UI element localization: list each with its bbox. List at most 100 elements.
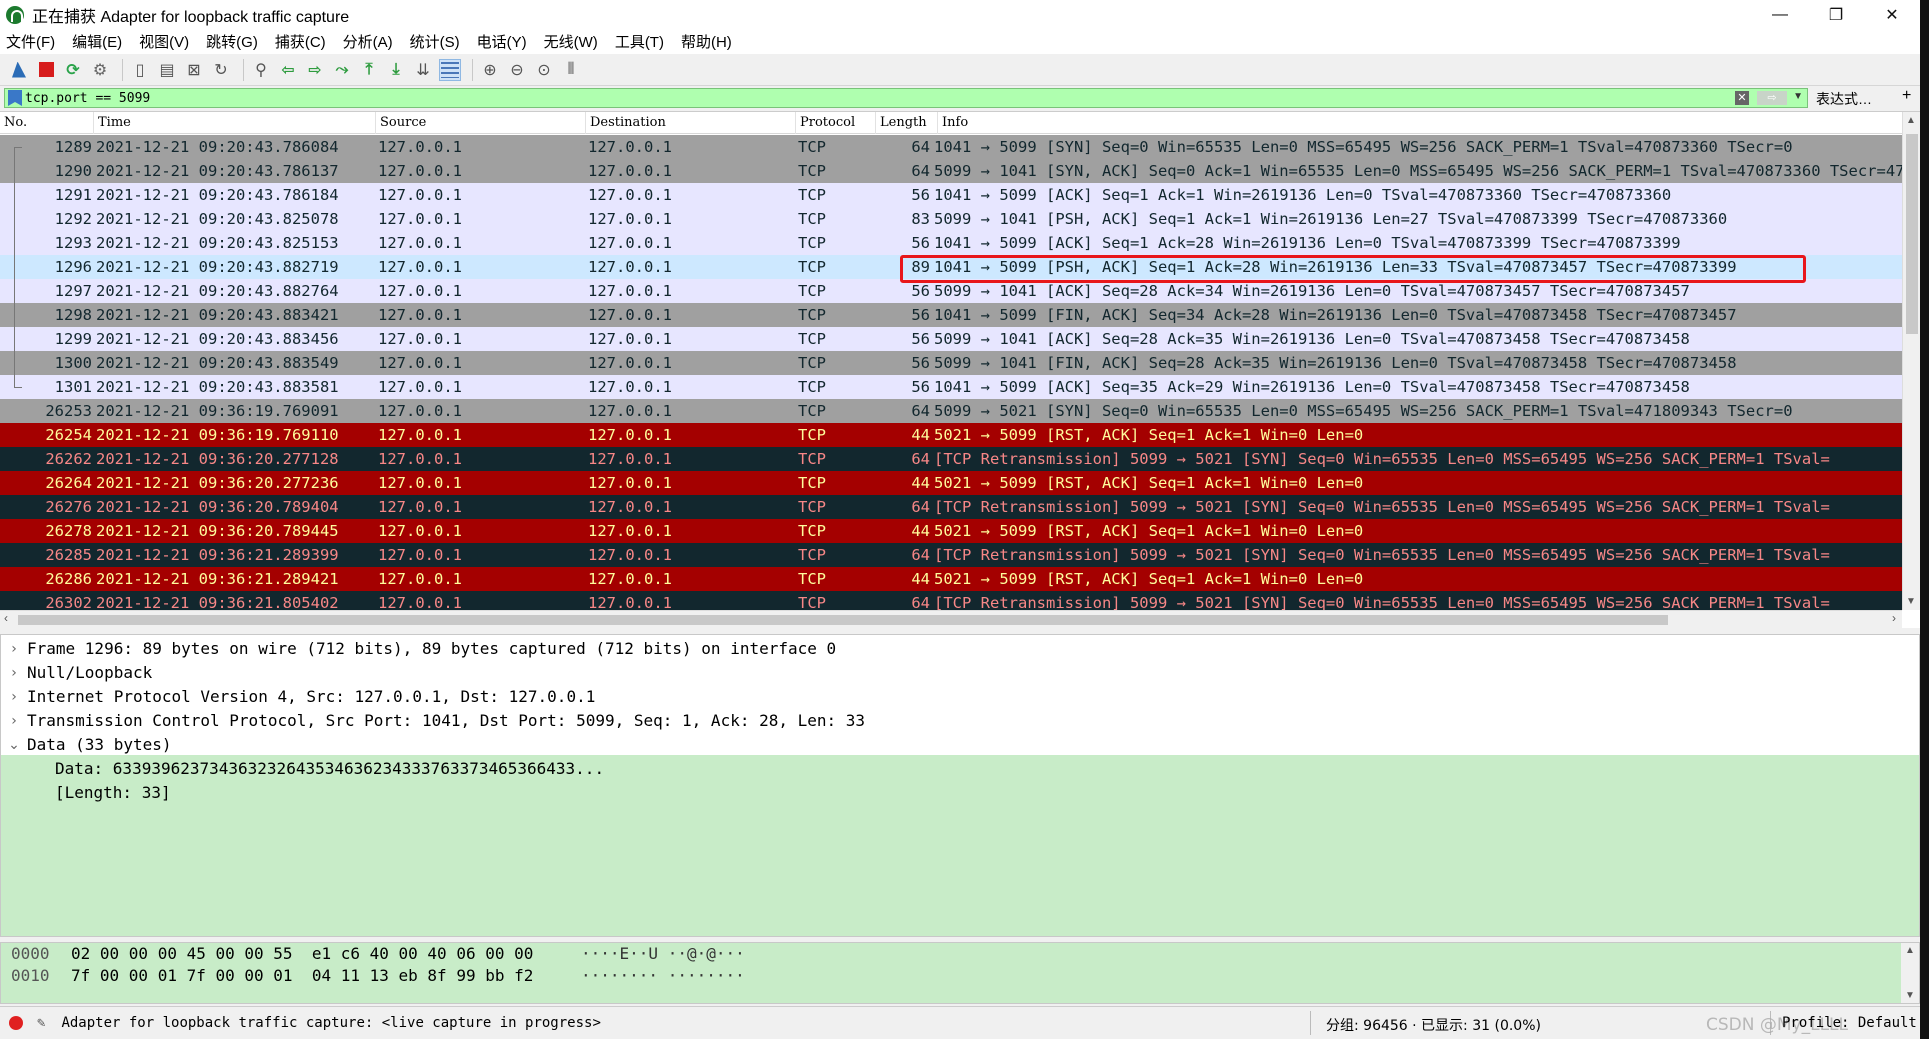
menu-statistics[interactable]: 统计(S) — [410, 31, 460, 52]
zoom-in-icon[interactable]: ⊕ — [479, 59, 501, 81]
expression-button[interactable]: 表达式… — [1816, 89, 1872, 109]
capture-status-icon[interactable] — [9, 1016, 23, 1030]
packet-row[interactable]: 1291 2021-12-21 09:20:43.786184 127.0.0.1 1… — [0, 183, 1902, 207]
packet-source-text: 127.0.0.1 — [378, 378, 462, 396]
detail-tree-node[interactable]: › Transmission Control Protocol, Src Port… — [1, 709, 1919, 733]
minimize-button[interactable]: — — [1752, 0, 1808, 29]
column-header-info[interactable]: Info — [938, 112, 1902, 134]
packet-row[interactable]: 26286 2021-12-21 09:36:21.289421 127.0.0.1… — [0, 567, 1902, 591]
menu-telephony[interactable]: 电话(Y) — [477, 31, 527, 52]
filter-history-dropdown-icon[interactable]: ▼ — [1793, 91, 1803, 102]
column-header-no[interactable]: No. — [0, 112, 94, 134]
packet-row[interactable]: 1301 2021-12-21 09:20:43.883581 127.0.0.1 1… — [0, 375, 1902, 399]
bytes-row[interactable]: 0000 02 00 00 00 45 00 00 55 e1 c6 40 00 … — [1, 943, 1919, 965]
menu-file[interactable]: 文件(F) — [6, 31, 55, 52]
reload-file-icon[interactable]: ↻ — [210, 59, 232, 81]
detail-tree-node[interactable]: › Frame 1296: 89 bytes on wire (712 bits)… — [1, 637, 1919, 661]
clear-filter-icon[interactable]: ✕ — [1735, 91, 1749, 105]
packet-row[interactable]: 26253 2021-12-21 09:36:19.769091 127.0.0.1… — [0, 399, 1902, 423]
go-last-icon[interactable]: ⤓ — [385, 59, 407, 81]
open-file-icon[interactable]: ▯ — [129, 59, 151, 81]
start-capture-icon[interactable] — [8, 59, 30, 81]
save-file-icon[interactable]: ▤ — [156, 59, 178, 81]
packet-row[interactable]: 1300 2021-12-21 09:20:43.883549 127.0.0.1 1… — [0, 351, 1902, 375]
restart-capture-icon[interactable]: ⟳ — [62, 59, 84, 81]
expand-chevron-icon[interactable]: › — [1, 685, 27, 709]
go-forward-icon[interactable]: ⇨ — [304, 59, 326, 81]
packet-list-horizontal-scrollbar[interactable]: ‹ › — [0, 610, 1902, 628]
packet-list-vertical-scrollbar[interactable]: ▲ ▼ — [1902, 112, 1920, 610]
menu-analyze[interactable]: 分析(A) — [343, 31, 393, 52]
menu-view[interactable]: 视图(V) — [139, 31, 189, 52]
detail-tree-node[interactable]: ⌄ Data (33 bytes) — [1, 733, 1919, 757]
packet-row[interactable]: 1298 2021-12-21 09:20:43.883421 127.0.0.1 1… — [0, 303, 1902, 327]
zoom-reset-icon[interactable]: ⊙ — [533, 59, 555, 81]
packet-length: 44 — [876, 567, 932, 591]
add-filter-button[interactable]: + — [1902, 87, 1911, 105]
detail-field[interactable]: [Length: 33] — [1, 781, 1919, 805]
packet-row[interactable]: 1296 2021-12-21 09:20:43.882719 127.0.0.1 1… — [0, 255, 1902, 279]
bytes-vertical-scrollbar[interactable]: ▲ ▼ — [1901, 943, 1919, 1003]
packet-row[interactable]: 1289 2021-12-21 09:20:43.786084 127.0.0.1 1… — [0, 135, 1902, 159]
packet-row[interactable]: 26278 2021-12-21 09:36:20.789445 127.0.0.1… — [0, 519, 1902, 543]
apply-filter-icon[interactable]: ⇨ — [1757, 91, 1787, 105]
find-packet-icon[interactable]: ⚲ — [250, 59, 272, 81]
colorize-icon[interactable] — [439, 58, 461, 81]
packet-row[interactable]: 1290 2021-12-21 09:20:43.786137 127.0.0.1 1… — [0, 159, 1902, 183]
edit-comment-icon[interactable]: ✎ — [37, 1015, 45, 1031]
scroll-left-icon[interactable]: ‹ — [4, 611, 8, 625]
close-button[interactable]: ✕ — [1864, 0, 1920, 29]
packet-row[interactable]: 26264 2021-12-21 09:36:20.277236 127.0.0.1… — [0, 471, 1902, 495]
packet-row[interactable]: 26302 2021-12-21 09:36:21.805402 127.0.0.1… — [0, 591, 1902, 610]
detail-field[interactable]: Data: 6339396237343632326435346362343337… — [1, 757, 1919, 781]
profile-indicator[interactable]: Profile: Default — [1782, 1015, 1917, 1031]
expand-chevron-icon[interactable]: › — [1, 709, 27, 733]
packet-row[interactable]: 26254 2021-12-21 09:36:19.769110 127.0.0.1… — [0, 423, 1902, 447]
packet-row[interactable]: 26285 2021-12-21 09:36:21.289399 127.0.0.1… — [0, 543, 1902, 567]
packet-row[interactable]: 1299 2021-12-21 09:20:43.883456 127.0.0.1 1… — [0, 327, 1902, 351]
menu-edit[interactable]: 编辑(E) — [72, 31, 122, 52]
menu-tools[interactable]: 工具(T) — [615, 31, 664, 52]
collapse-chevron-icon[interactable]: ⌄ — [1, 733, 27, 757]
scroll-up-icon[interactable]: ▲ — [1905, 945, 1915, 956]
scroll-down-icon[interactable]: ▼ — [1906, 596, 1916, 607]
column-header-time[interactable]: Time — [94, 112, 376, 134]
scroll-down-icon[interactable]: ▼ — [1905, 990, 1915, 1001]
display-filter-input[interactable] — [25, 89, 1745, 107]
scroll-thumb[interactable] — [1906, 134, 1918, 334]
column-header-length[interactable]: Length — [876, 112, 938, 134]
go-back-icon[interactable]: ⇦ — [277, 59, 299, 81]
packet-info-text: 5021 → 5099 [RST, ACK] Seq=1 Ack=1 Win=0… — [934, 570, 1364, 588]
scroll-right-icon[interactable]: › — [1892, 611, 1896, 625]
column-header-protocol[interactable]: Protocol — [796, 112, 876, 134]
stop-capture-icon[interactable] — [35, 59, 57, 81]
column-header-source[interactable]: Source — [376, 112, 586, 134]
packet-row[interactable]: 26276 2021-12-21 09:36:20.789404 127.0.0.1… — [0, 495, 1902, 519]
maximize-button[interactable]: ❐ — [1808, 0, 1864, 29]
go-to-packet-icon[interactable]: ⤳ — [331, 59, 353, 81]
menu-wireless[interactable]: 无线(W) — [544, 31, 598, 52]
packet-row[interactable]: 1292 2021-12-21 09:20:43.825078 127.0.0.1 1… — [0, 207, 1902, 231]
menu-capture[interactable]: 捕获(C) — [275, 31, 326, 52]
capture-options-icon[interactable]: ⚙ — [89, 59, 111, 81]
close-file-icon[interactable]: ⊠ — [183, 59, 205, 81]
column-header-destination[interactable]: Destination — [586, 112, 796, 134]
packet-number-text: 1289 — [54, 138, 92, 156]
expand-chevron-icon[interactable]: › — [1, 661, 27, 685]
bytes-row[interactable]: 0010 7f 00 00 01 7f 00 00 01 04 11 13 eb … — [1, 965, 1919, 987]
scroll-thumb[interactable] — [18, 615, 1668, 625]
autoscroll-icon[interactable]: ⇊ — [412, 59, 434, 81]
resize-columns-icon[interactable]: ⫴ — [560, 59, 582, 81]
detail-tree-node[interactable]: › Internet Protocol Version 4, Src: 127.0… — [1, 685, 1919, 709]
scroll-up-icon[interactable]: ▲ — [1906, 115, 1916, 126]
packet-row[interactable]: 1297 2021-12-21 09:20:43.882764 127.0.0.1 1… — [0, 279, 1902, 303]
menu-go[interactable]: 跳转(G) — [206, 31, 258, 52]
go-first-icon[interactable]: ⤒ — [358, 59, 380, 81]
detail-tree-node[interactable]: › Null/Loopback — [1, 661, 1919, 685]
menu-help[interactable]: 帮助(H) — [681, 31, 732, 52]
expand-chevron-icon[interactable]: › — [1, 637, 27, 661]
filter-bookmark-icon[interactable] — [8, 90, 22, 106]
packet-row[interactable]: 1293 2021-12-21 09:20:43.825153 127.0.0.1 1… — [0, 231, 1902, 255]
zoom-out-icon[interactable]: ⊖ — [506, 59, 528, 81]
packet-row[interactable]: 26262 2021-12-21 09:36:20.277128 127.0.0.1… — [0, 447, 1902, 471]
